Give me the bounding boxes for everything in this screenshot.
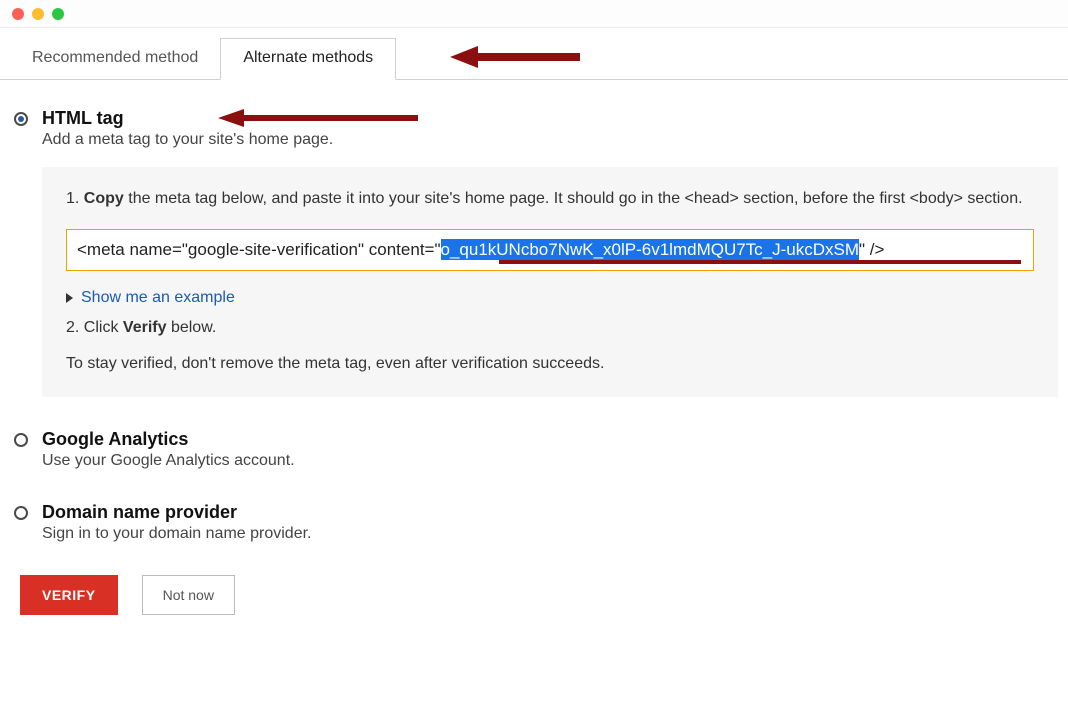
code-prefix: <meta name="google-site-verification" co… — [77, 240, 441, 259]
code-suffix: " /> — [859, 240, 884, 259]
action-buttons: VERIFY Not now — [20, 575, 1058, 615]
radio-google-analytics[interactable] — [14, 433, 28, 447]
option-subtitle-google-analytics: Use your Google Analytics account. — [42, 452, 295, 470]
annotation-arrow-icon — [218, 108, 418, 128]
code-selected-token: o_qu1kUNcbo7NwK_x0lP-6v1lmdMQU7Tc_J-ukcD… — [441, 239, 860, 260]
triangle-right-icon — [66, 293, 73, 303]
close-window-icon[interactable] — [12, 8, 24, 20]
html-tag-panel: 1. Copy the meta tag below, and paste it… — [42, 167, 1058, 397]
radio-domain-name-provider[interactable] — [14, 506, 28, 520]
minimize-window-icon[interactable] — [32, 8, 44, 20]
window-titlebar — [0, 0, 1068, 28]
annotation-arrow-icon — [450, 44, 580, 70]
tab-bar: Recommended method Alternate methods — [0, 28, 1068, 80]
maximize-window-icon[interactable] — [52, 8, 64, 20]
annotation-underline — [499, 260, 1021, 264]
meta-tag-code-box[interactable]: <meta name="google-site-verification" co… — [66, 229, 1034, 271]
tab-recommended-method[interactable]: Recommended method — [10, 39, 220, 79]
option-subtitle-domain-name-provider: Sign in to your domain name provider. — [42, 525, 311, 543]
step-1-text: 1. Copy the meta tag below, and paste it… — [66, 187, 1034, 211]
step-2-text: 2. Click Verify below. — [66, 319, 1034, 337]
option-subtitle-html-tag: Add a meta tag to your site's home page. — [42, 131, 333, 149]
option-title-google-analytics: Google Analytics — [42, 429, 295, 450]
verification-note: To stay verified, don't remove the meta … — [66, 355, 1034, 373]
option-title-domain-name-provider: Domain name provider — [42, 502, 311, 523]
not-now-button[interactable]: Not now — [142, 575, 235, 615]
tab-alternate-methods[interactable]: Alternate methods — [220, 38, 396, 80]
show-example-label: Show me an example — [81, 289, 235, 307]
radio-html-tag[interactable] — [14, 112, 28, 126]
show-example-link[interactable]: Show me an example — [66, 289, 1034, 307]
verify-button[interactable]: VERIFY — [20, 575, 118, 615]
